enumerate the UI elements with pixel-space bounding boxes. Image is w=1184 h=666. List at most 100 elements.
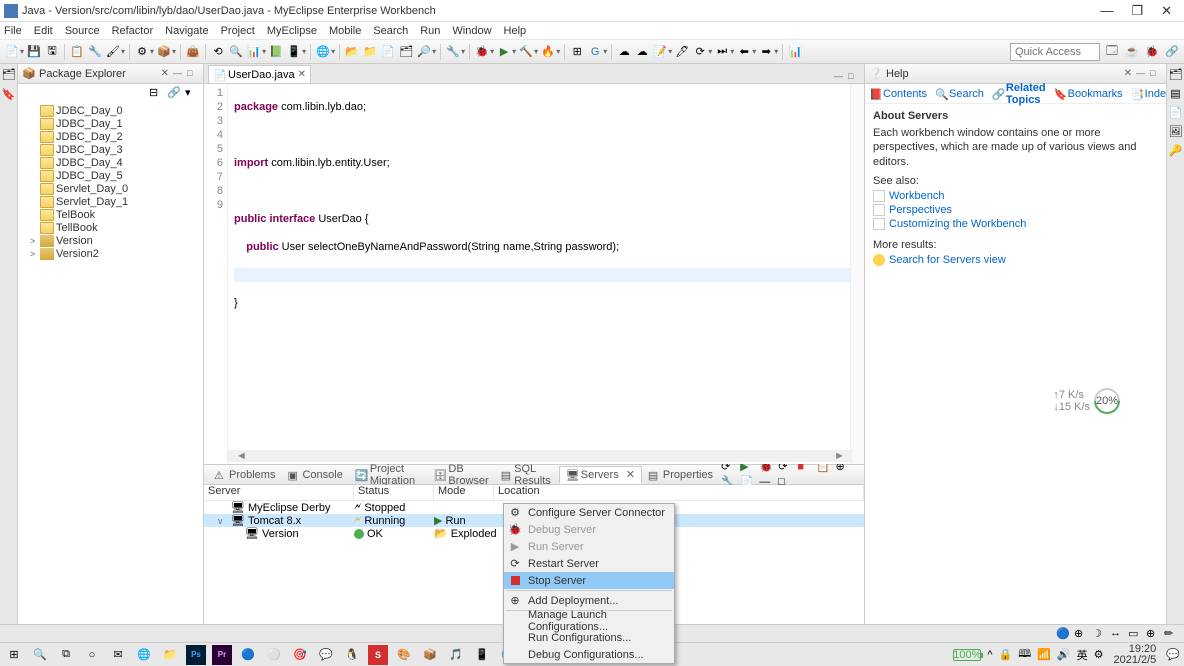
new-button[interactable]: 📄 [4, 44, 20, 60]
maximize-button[interactable]: ❐ [1131, 3, 1143, 19]
run-button[interactable]: ▶ [496, 44, 512, 60]
app-icon[interactable]: 📱 [472, 645, 492, 665]
toolbar-icon[interactable]: ⟲ [210, 44, 226, 60]
toolbar-icon[interactable]: 📋 [69, 44, 85, 60]
tree-item[interactable]: JDBC_Day_0 [22, 104, 199, 117]
search-button[interactable]: 🔍 [30, 645, 50, 665]
toolbar-icon[interactable]: 📊 [246, 44, 262, 60]
toolbar-icon[interactable]: 🔍 [228, 44, 244, 60]
menu-item-add-deployment-[interactable]: ⊕Add Deployment... [504, 592, 674, 609]
menu-source[interactable]: Source [65, 25, 100, 37]
tab-close-button[interactable]: ✕ [298, 69, 306, 80]
toolbar-icon[interactable]: 🔧 [87, 44, 103, 60]
view-menu-button[interactable]: ▾ [185, 86, 199, 100]
menu-item-manage-launch-configurations-[interactable]: Manage Launch Configurations... [504, 612, 674, 629]
menu-item-debug-configurations-[interactable]: Debug Configurations... [504, 646, 674, 663]
status-icon[interactable]: ⊕ [1074, 627, 1088, 641]
help-search-servers-link[interactable]: Search for Servers view [889, 254, 1006, 266]
volume-icon[interactable]: 🔊 [1057, 648, 1071, 661]
view-maximize-button[interactable]: □ [187, 68, 199, 80]
save-button[interactable]: 💾 [26, 44, 42, 60]
toolbar-icon[interactable]: 🗂 [398, 44, 414, 60]
toolbar-icon[interactable]: 🖌 [105, 44, 121, 60]
tab-project-migration[interactable]: 🔄Project Migration [349, 466, 428, 484]
toolbar-icon[interactable]: G [587, 44, 603, 60]
edge-icon[interactable]: 🌐 [134, 645, 154, 665]
trim-icon[interactable]: 🔖 [2, 88, 16, 102]
column-server[interactable]: Server [204, 485, 354, 500]
photoshop-icon[interactable]: Ps [186, 645, 206, 665]
status-icon[interactable]: ✏ [1164, 627, 1178, 641]
collapse-all-button[interactable]: ⊟ [149, 86, 163, 100]
app-icon[interactable]: 🎯 [290, 645, 310, 665]
tree-item[interactable]: >Version2 [22, 247, 199, 260]
menu-item-stop-server[interactable]: Stop Server [504, 572, 674, 589]
help-link-workbench[interactable]: Workbench [889, 190, 944, 202]
column-location[interactable]: Location [494, 485, 864, 500]
editor-tab-userdao[interactable]: 📄 UserDao.java ✕ [208, 65, 311, 83]
tree-item[interactable]: JDBC_Day_1 [22, 117, 199, 130]
toolbar-icon[interactable]: 👜 [185, 44, 201, 60]
tab-properties[interactable]: ▤Properties [642, 466, 719, 484]
toolbar-icon[interactable]: 🔧 [445, 44, 461, 60]
overview-ruler[interactable] [850, 84, 864, 464]
view-minimize-button[interactable]: — [1136, 68, 1148, 80]
debug-button[interactable]: 🐞 [474, 44, 490, 60]
help-related-link[interactable]: 🔗Related Topics [992, 82, 1046, 106]
tray-icon[interactable]: 🔒 [999, 648, 1013, 661]
trim-icon[interactable]: ▤ [1170, 87, 1180, 100]
tree-item[interactable]: JDBC_Day_3 [22, 143, 199, 156]
editor-minimize-button[interactable]: — [834, 71, 846, 83]
view-maximize-button[interactable]: □ [1150, 68, 1162, 80]
premiere-icon[interactable]: Pr [212, 645, 232, 665]
help-contents-link[interactable]: 📕Contents [869, 88, 927, 100]
status-icon[interactable]: ▭ [1128, 627, 1142, 641]
tab-sql-results[interactable]: ▤SQL Results [495, 466, 559, 484]
toolbar-icon[interactable]: 📦 [156, 44, 172, 60]
explorer-icon[interactable]: 📁 [160, 645, 180, 665]
toolbar-icon[interactable]: ⟳ [692, 44, 708, 60]
toolbar-icon[interactable]: 📂 [344, 44, 360, 60]
cortana-button[interactable]: ○ [82, 645, 102, 665]
perspective-java[interactable]: ☕ [1124, 44, 1140, 60]
app-icon[interactable]: 📦 [420, 645, 440, 665]
perspective-icon[interactable]: 🐞 [1144, 44, 1160, 60]
toolbar-icon[interactable]: 📁 [362, 44, 378, 60]
menu-item-run-configurations-[interactable]: Run Configurations... [504, 629, 674, 646]
mail-icon[interactable]: ✉ [108, 645, 128, 665]
column-mode[interactable]: Mode [434, 485, 494, 500]
toolbar-icon[interactable]: 🌐 [315, 44, 331, 60]
tree-item[interactable]: JDBC_Day_4 [22, 156, 199, 169]
status-icon[interactable]: ☽ [1092, 627, 1106, 641]
toolbar-icon[interactable]: 🔨 [518, 44, 534, 60]
status-icon[interactable]: ↔ [1110, 627, 1124, 641]
toolbar-icon[interactable]: 🔥 [540, 44, 556, 60]
wechat-icon[interactable]: 💬 [316, 645, 336, 665]
menu-edit[interactable]: Edit [34, 25, 53, 37]
menu-run[interactable]: Run [420, 25, 440, 37]
editor-maximize-button[interactable]: □ [848, 71, 860, 83]
close-button[interactable]: ✕ [1161, 3, 1172, 19]
tab-console[interactable]: ▣Console [281, 466, 348, 484]
perspective-icon[interactable]: 🔗 [1164, 44, 1180, 60]
app-icon[interactable]: 🎨 [394, 645, 414, 665]
tab-close-button[interactable]: ✕ [626, 468, 635, 481]
menu-search[interactable]: Search [373, 25, 408, 37]
tree-item[interactable]: TelBook [22, 208, 199, 221]
toolbar-icon[interactable]: 🖊 [674, 44, 690, 60]
help-link-customizing[interactable]: Customizing the Workbench [889, 218, 1026, 230]
start-button[interactable]: ⊞ [4, 645, 24, 665]
toolbar-icon[interactable]: ⚙ [134, 44, 150, 60]
horizontal-scrollbar[interactable]: ◄► [228, 450, 852, 462]
toolbar-icon[interactable]: 📊 [787, 44, 803, 60]
notification-button[interactable]: 💬 [1166, 648, 1180, 661]
save-all-button[interactable]: 🖫 [44, 44, 60, 60]
toolbar-icon[interactable]: 🔎 [416, 44, 432, 60]
view-close-button[interactable]: ✕ [161, 68, 169, 79]
toolbar-icon[interactable]: 📱 [286, 44, 302, 60]
app-icon[interactable]: 🎵 [446, 645, 466, 665]
app-icon[interactable]: ⚪ [264, 645, 284, 665]
battery-indicator[interactable]: 100% [953, 649, 981, 661]
toolbar-icon[interactable]: 📄 [380, 44, 396, 60]
status-icon[interactable]: ⊕ [1146, 627, 1160, 641]
